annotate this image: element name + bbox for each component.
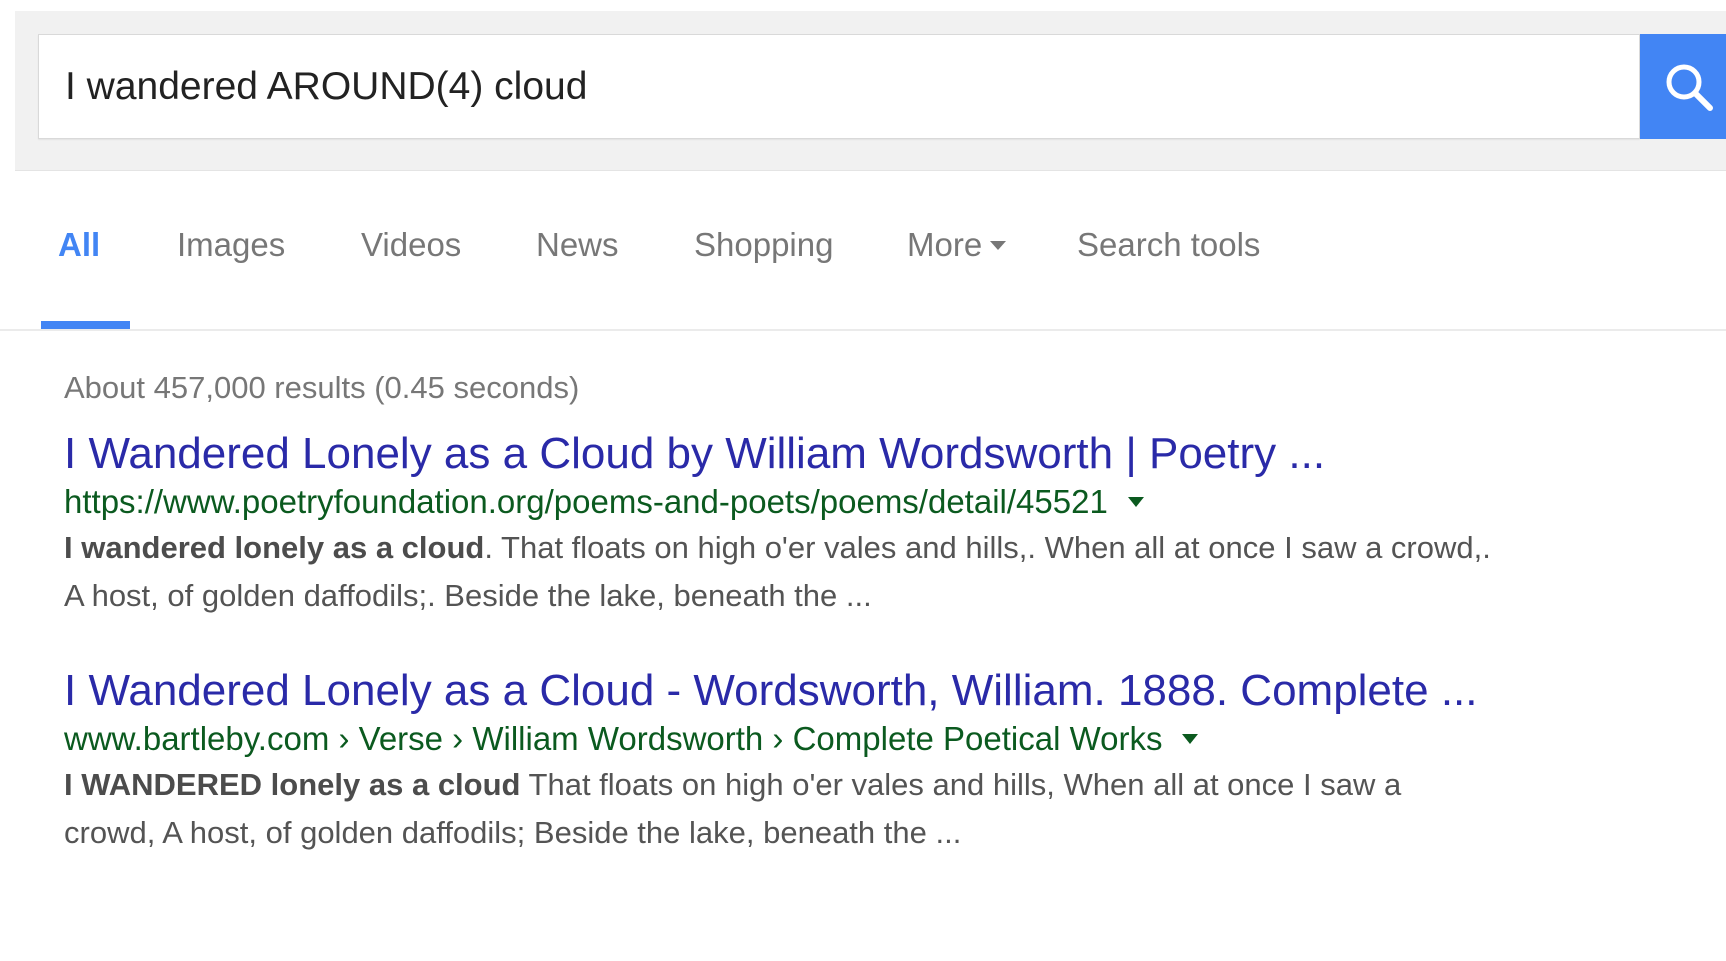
url-dropdown-icon[interactable] xyxy=(1182,734,1199,745)
snippet-text: That floats on high o'er vales and hills… xyxy=(520,767,1402,802)
search-box[interactable] xyxy=(38,34,1640,139)
tab-images[interactable]: Images xyxy=(177,226,285,264)
result-url-line: https://www.poetryfoundation.org/poems-a… xyxy=(64,480,1714,524)
snippet-line: A host, of golden daffodils;. Beside the… xyxy=(64,578,872,613)
search-results-page: All Images Videos News Shopping More Sea… xyxy=(0,0,1726,961)
snippet-highlight: I WANDERED lonely as a cloud xyxy=(64,767,521,802)
snippet-line: crowd, A host, of golden daffodils; Besi… xyxy=(64,815,962,850)
snippet-line: I WANDERED lonely as a cloud That floats… xyxy=(64,761,1714,809)
result-title-link[interactable]: I Wandered Lonely as a Cloud by William … xyxy=(64,426,1714,482)
snippet-highlight: I wandered lonely as a cloud xyxy=(64,530,485,565)
tab-search-tools[interactable]: Search tools xyxy=(1077,226,1260,264)
search-button[interactable] xyxy=(1640,34,1726,139)
result-snippet: I WANDERED lonely as a cloud That floats… xyxy=(64,761,1714,857)
result-title-link[interactable]: I Wandered Lonely as a Cloud - Wordswort… xyxy=(64,663,1714,719)
search-input[interactable] xyxy=(39,35,1639,138)
result-stats: About 457,000 results (0.45 seconds) xyxy=(64,370,580,405)
search-result: I Wandered Lonely as a Cloud - Wordswort… xyxy=(64,663,1714,857)
active-tab-indicator xyxy=(41,321,130,329)
tab-videos[interactable]: Videos xyxy=(361,226,461,264)
url-dropdown-icon[interactable] xyxy=(1127,497,1144,508)
chevron-down-icon xyxy=(990,241,1007,251)
tab-all[interactable]: All xyxy=(58,226,100,264)
snippet-line: I wandered lonely as a cloud. That float… xyxy=(64,524,1714,572)
search-icon xyxy=(1666,64,1713,111)
result-url: https://www.poetryfoundation.org/poems-a… xyxy=(64,483,1108,520)
tab-shopping[interactable]: Shopping xyxy=(694,226,833,264)
result-snippet: I wandered lonely as a cloud. That float… xyxy=(64,524,1714,620)
result-url: www.bartleby.com › Verse › William Words… xyxy=(64,720,1163,757)
search-header xyxy=(15,11,1726,171)
search-result: I Wandered Lonely as a Cloud by William … xyxy=(64,426,1714,620)
tab-more[interactable]: More xyxy=(907,226,1007,264)
tab-news[interactable]: News xyxy=(536,226,619,264)
snippet-text: . That floats on high o'er vales and hil… xyxy=(484,530,1491,565)
tab-more-label: More xyxy=(907,226,983,263)
result-url-line: www.bartleby.com › Verse › William Words… xyxy=(64,717,1714,761)
search-tabs: All Images Videos News Shopping More Sea… xyxy=(0,200,1726,331)
